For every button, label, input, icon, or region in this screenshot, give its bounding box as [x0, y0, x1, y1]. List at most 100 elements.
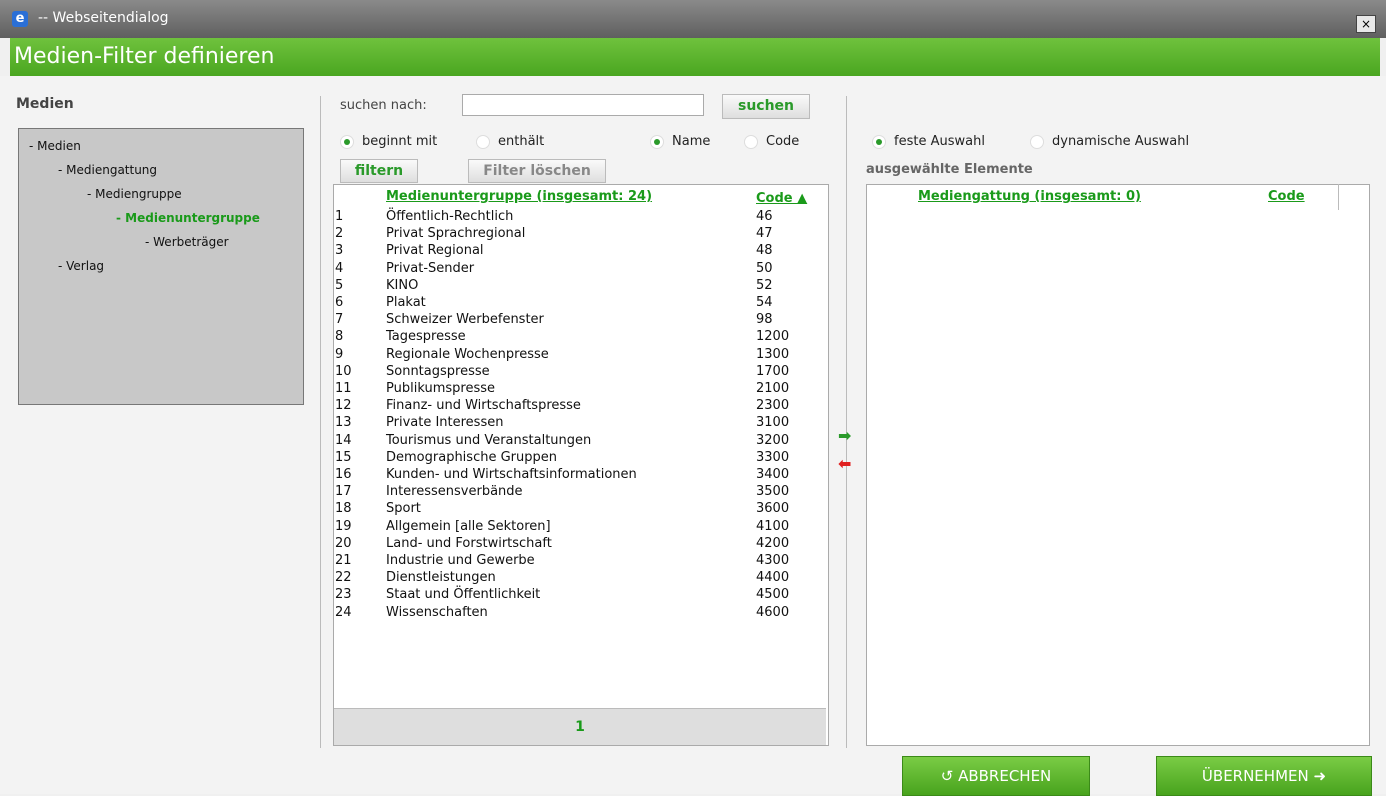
row-number[interactable]: 24 [335, 604, 352, 621]
tree-node[interactable]: - Medienuntergruppe [116, 211, 260, 225]
add-arrow-icon[interactable]: ➡ [838, 426, 851, 445]
row-code[interactable]: 50 [756, 260, 773, 277]
clear-filter-button[interactable]: Filter löschen [468, 159, 606, 183]
radio-code[interactable]: Code [744, 134, 799, 149]
radio-begins-with[interactable]: beginnt mit [340, 134, 437, 149]
selected-column-header-name[interactable]: Mediengattung (insgesamt: 0) [918, 189, 1141, 204]
row-number[interactable]: 10 [335, 363, 352, 380]
row-code[interactable]: 3400 [756, 466, 789, 483]
row-number[interactable]: 11 [335, 380, 352, 397]
row-name[interactable]: Publikumspresse [386, 380, 495, 397]
row-code[interactable]: 4100 [756, 518, 789, 535]
row-name[interactable]: KINO [386, 277, 418, 294]
row-name[interactable]: Demographische Gruppen [386, 449, 557, 466]
row-code[interactable]: 46 [756, 208, 773, 225]
row-number[interactable]: 21 [335, 552, 352, 569]
row-number[interactable]: 12 [335, 397, 352, 414]
row-code[interactable]: 2300 [756, 397, 789, 414]
radio-contains[interactable]: enthält [476, 134, 544, 149]
tree-node[interactable]: - Mediengruppe [87, 187, 182, 201]
radio-dynamic-selection[interactable]: dynamische Auswahl [1030, 134, 1189, 149]
row-name[interactable]: Industrie und Gewerbe [386, 552, 535, 569]
row-number[interactable]: 14 [335, 432, 352, 449]
row-number[interactable]: 3 [335, 242, 343, 259]
row-name[interactable]: Öffentlich-Rechtlich [386, 208, 513, 225]
row-code[interactable]: 1700 [756, 363, 789, 380]
selected-column-header-code[interactable]: Code [1268, 189, 1305, 204]
tree-node[interactable]: - Verlag [58, 259, 104, 273]
radio-name[interactable]: Name [650, 134, 710, 149]
row-name[interactable]: Tagespresse [386, 328, 466, 345]
row-number[interactable]: 22 [335, 569, 352, 586]
row-number[interactable]: 9 [335, 346, 343, 363]
tree-node[interactable]: - Medien [29, 139, 81, 153]
row-code[interactable]: 3300 [756, 449, 789, 466]
row-number[interactable]: 1 [335, 208, 343, 225]
row-name[interactable]: Interessensverbände [386, 483, 523, 500]
row-name[interactable]: Plakat [386, 294, 426, 311]
row-number[interactable]: 18 [335, 500, 352, 517]
row-name[interactable]: Dienstleistungen [386, 569, 496, 586]
cancel-button[interactable]: ↺ ABBRECHEN [902, 756, 1090, 796]
row-number[interactable]: 23 [335, 586, 352, 603]
row-number[interactable]: 6 [335, 294, 343, 311]
row-code[interactable]: 3200 [756, 432, 789, 449]
row-code[interactable]: 3600 [756, 500, 789, 517]
row-name[interactable]: Finanz- und Wirtschaftspresse [386, 397, 581, 414]
row-number[interactable]: 7 [335, 311, 343, 328]
row-code[interactable]: 2100 [756, 380, 789, 397]
tree-node[interactable]: - Werbeträger [145, 235, 229, 249]
row-number[interactable]: 13 [335, 414, 352, 431]
row-code[interactable]: 98 [756, 311, 773, 328]
row-number[interactable]: 16 [335, 466, 352, 483]
row-number[interactable]: 19 [335, 518, 352, 535]
row-number[interactable]: 20 [335, 535, 352, 552]
row-name[interactable]: Sonntagspresse [386, 363, 490, 380]
row-name[interactable]: Sport [386, 500, 421, 517]
row-number[interactable]: 2 [335, 225, 343, 242]
column-header-name[interactable]: Medienuntergruppe (insgesamt: 24) [386, 189, 652, 204]
row-code[interactable]: 4600 [756, 604, 789, 621]
row-code[interactable]: 3100 [756, 414, 789, 431]
row-name[interactable]: Tourismus und Veranstaltungen [386, 432, 591, 449]
row-code[interactable]: 1300 [756, 346, 789, 363]
tree-node[interactable]: - Mediengattung [58, 163, 157, 177]
close-button[interactable]: × [1356, 15, 1376, 33]
row-number[interactable]: 17 [335, 483, 352, 500]
row-code[interactable]: 47 [756, 225, 773, 242]
row-name[interactable]: Schweizer Werbefenster [386, 311, 544, 328]
row-name[interactable]: Allgemein [alle Sektoren] [386, 518, 551, 535]
row-name[interactable]: Staat und Öffentlichkeit [386, 586, 540, 603]
row-name[interactable]: Privat-Sender [386, 260, 474, 277]
row-name[interactable]: Regionale Wochenpresse [386, 346, 549, 363]
row-code[interactable]: 4300 [756, 552, 789, 569]
selected-elements-label: ausgewählte Elemente [866, 162, 1033, 177]
radio-fixed-selection[interactable]: feste Auswahl [872, 134, 985, 149]
radio-dot-icon [476, 134, 490, 149]
row-name[interactable]: Land- und Forstwirtschaft [386, 535, 552, 552]
row-code[interactable]: 48 [756, 242, 773, 259]
row-name[interactable]: Wissenschaften [386, 604, 488, 621]
row-number[interactable]: 4 [335, 260, 343, 277]
apply-button[interactable]: ÜBERNEHMEN ➜ [1156, 756, 1372, 796]
row-name[interactable]: Privat Sprachregional [386, 225, 525, 242]
row-code[interactable]: 1200 [756, 328, 789, 345]
remove-arrow-icon[interactable]: ⬅ [838, 454, 851, 473]
row-code[interactable]: 4200 [756, 535, 789, 552]
row-name[interactable]: Privat Regional [386, 242, 484, 259]
row-code[interactable]: 3500 [756, 483, 789, 500]
row-number[interactable]: 15 [335, 449, 352, 466]
search-button[interactable]: suchen [722, 94, 810, 119]
row-name[interactable]: Kunden- und Wirtschaftsinformationen [386, 466, 637, 483]
row-code[interactable]: 52 [756, 277, 773, 294]
row-code[interactable]: 54 [756, 294, 773, 311]
row-name[interactable]: Private Interessen [386, 414, 503, 431]
column-header-code[interactable]: Code ▲ [756, 191, 807, 206]
row-code[interactable]: 4400 [756, 569, 789, 586]
row-number[interactable]: 5 [335, 277, 343, 294]
page-link[interactable]: 1 [575, 719, 585, 735]
search-input[interactable] [462, 94, 704, 116]
row-number[interactable]: 8 [335, 328, 343, 345]
row-code[interactable]: 4500 [756, 586, 789, 603]
filter-button[interactable]: filtern [340, 159, 418, 183]
